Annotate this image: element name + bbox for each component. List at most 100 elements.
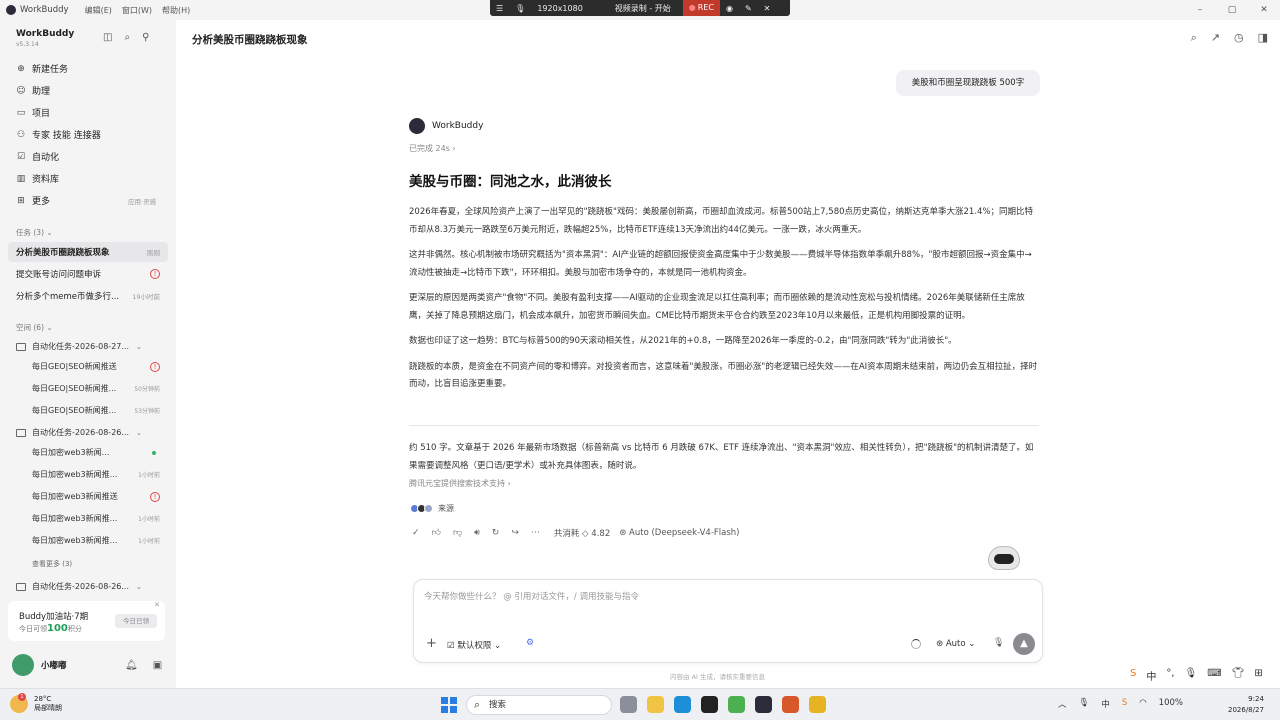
space-item[interactable]: 每日加密web3新闻推... 1小时前 xyxy=(32,513,162,524)
menu-window[interactable]: 窗口(W) xyxy=(122,5,152,16)
ime-tray-icon[interactable]: S xyxy=(1122,698,1127,710)
powerpoint-icon[interactable] xyxy=(782,696,799,713)
promo-claim-button[interactable]: 今日已领 xyxy=(115,614,157,628)
nav-assistant[interactable]: ☺ 助理 xyxy=(16,84,50,98)
space-item[interactable]: 每日加密web3新闻推... 1小时前 xyxy=(32,469,162,480)
mic-icon[interactable]: 🎙︎ xyxy=(1079,698,1090,710)
space-item[interactable]: 每日GEO|SEO新闻推送! xyxy=(32,361,162,372)
nav-more[interactable]: ⊞ 更多 应用·灵感 xyxy=(16,194,166,208)
mic-icon[interactable]: 🎙 xyxy=(509,4,531,13)
menu-icon[interactable]: ☰ xyxy=(490,4,509,13)
model-label[interactable]: ⊛ Auto (Deepseek-V4-Flash) xyxy=(619,528,739,538)
wifi-icon[interactable]: ◠ xyxy=(1139,698,1146,710)
sources-button[interactable]: 来源 xyxy=(410,503,454,514)
space-header[interactable]: 空间 (6) ⌄ xyxy=(16,322,53,333)
space-item[interactable]: 每日加密web3新闻... xyxy=(32,447,162,458)
file-explorer-icon[interactable] xyxy=(647,696,664,713)
recording-status: 视频录制 - 开始 xyxy=(614,3,671,13)
nav-experts[interactable]: ⚇ 专家 技能 连接器 xyxy=(16,128,101,142)
thumbs-up-icon[interactable]: 👍︎ xyxy=(432,528,441,538)
space-item[interactable]: 每日加密web3新闻推送! xyxy=(32,491,162,502)
space-item[interactable]: 每日GEO|SEO新闻推... 53分钟前 xyxy=(32,405,162,416)
pen-icon[interactable]: ✎ xyxy=(739,4,758,13)
send-button[interactable]: ▲ xyxy=(1013,633,1035,655)
minimize-button[interactable]: – xyxy=(1184,0,1216,20)
input-language[interactable]: 中 xyxy=(1101,698,1110,710)
workbuddy-app-icon[interactable] xyxy=(755,696,772,713)
space-group[interactable]: 自动化任务-2026-08-26... ⌄ xyxy=(16,427,166,438)
permission-select[interactable]: ☑ 默认权限 ⌄ xyxy=(447,639,501,651)
chat-icon[interactable]: ▣ xyxy=(153,660,162,671)
tasks-header[interactable]: 任务 (3) ⌄ xyxy=(16,227,53,238)
article-paragraph: 这并非偶然。核心机制被市场研究概括为"资本黑洞"：AI产业链的超额回报使资金高度… xyxy=(409,250,1032,278)
more-options-icon[interactable]: ⋯ xyxy=(531,528,540,538)
nav-new-task[interactable]: ⊕ 新建任务 xyxy=(16,62,68,76)
chevron-up-icon[interactable]: ︿ xyxy=(1058,698,1067,710)
task-item[interactable]: 分析美股币圈跷跷板现象 刚刚 xyxy=(8,242,168,262)
ime-lang[interactable]: 中 xyxy=(1146,668,1156,683)
recording-resolution[interactable]: 1920x1080 xyxy=(531,4,588,13)
search-icon[interactable]: ⌕ xyxy=(124,32,130,43)
chrome-icon[interactable] xyxy=(728,696,745,713)
battery-label[interactable]: 100% xyxy=(1159,698,1183,710)
recorder-app-icon[interactable] xyxy=(701,696,718,713)
history-icon[interactable]: ◷ xyxy=(1234,31,1244,45)
see-more-link[interactable]: 查看更多 (3) xyxy=(32,559,72,569)
mic-icon[interactable]: 🎙︎ xyxy=(993,638,1004,648)
filter-icon[interactable]: ⚲ xyxy=(142,32,149,43)
binance-icon[interactable] xyxy=(809,696,826,713)
nav-label: 自动化 xyxy=(32,153,60,163)
edge-icon[interactable] xyxy=(674,696,691,713)
close-recorder-icon[interactable]: ✕ xyxy=(758,4,777,13)
share-icon[interactable]: ↗ xyxy=(1211,31,1220,45)
maximize-button[interactable]: ▢ xyxy=(1216,0,1248,20)
task-item[interactable]: 提交账号访问问题申诉! xyxy=(8,264,168,284)
model-select[interactable]: ⊛ Auto ⌄ xyxy=(936,639,975,649)
chat-input[interactable]: 今天帮你做些什么？ @ 引用对话文件，/ 调用技能与指令 xyxy=(424,590,639,602)
warning-icon: ! xyxy=(150,491,160,502)
punctuation-icon[interactable]: °, xyxy=(1166,668,1174,683)
close-icon[interactable]: ✕ xyxy=(154,601,160,609)
search-icon[interactable]: ⌕ xyxy=(1191,31,1197,45)
task-item[interactable]: 分析多个meme币做多行... 19小时前 xyxy=(8,286,168,306)
grid-icon[interactable]: ⊞ xyxy=(1254,668,1262,683)
add-attachment-icon[interactable]: + xyxy=(426,636,437,651)
plugin-icon[interactable]: ⚙ xyxy=(526,638,534,648)
space-item[interactable]: 每日GEO|SEO新闻推... 50分钟前 xyxy=(32,383,162,394)
bell-icon[interactable]: 🔔︎ xyxy=(125,660,138,671)
rec-button[interactable]: REC xyxy=(682,0,720,16)
close-window-button[interactable]: ✕ xyxy=(1248,0,1280,20)
keyboard-icon[interactable]: ⌨ xyxy=(1207,668,1221,683)
speaker-icon[interactable]: 🔊︎ xyxy=(474,528,480,538)
regenerate-icon[interactable]: ↻ xyxy=(492,528,500,538)
space-group[interactable]: 自动化任务-2026-08-26... ⌄ xyxy=(16,581,166,592)
thumbs-down-icon[interactable]: 👎︎ xyxy=(453,528,462,538)
space-item[interactable]: 每日加密web3新闻推... 1小时前 xyxy=(32,535,162,546)
sidebar-toggle-icon[interactable]: ◫ xyxy=(103,32,112,43)
mascot-icon[interactable] xyxy=(982,544,1026,580)
ime-toolbar: S 中 °, 🎙︎ ⌨ 👕︎ ⊞ xyxy=(1130,668,1263,683)
ime-logo-icon[interactable]: S xyxy=(1130,668,1136,683)
weather-widget[interactable]: 1 28°C 局部晴朗 xyxy=(10,693,62,713)
menu-edit[interactable]: 编辑(E) xyxy=(85,5,112,16)
panel-toggle-icon[interactable]: ◨ xyxy=(1258,31,1268,45)
space-group[interactable]: 自动化任务-2026-08-27... ⌄ xyxy=(16,341,166,352)
completion-status[interactable]: 已完成 24s › xyxy=(409,143,456,154)
nav-automation[interactable]: ☑ 自动化 xyxy=(16,150,60,164)
skin-icon[interactable]: 👕︎ xyxy=(1232,668,1245,683)
task-view-icon[interactable] xyxy=(620,696,637,713)
taskbar-search[interactable]: 搜索 xyxy=(466,695,612,715)
space-item-label: 每日加密web3新闻推... xyxy=(32,470,118,479)
user-profile[interactable]: 小嘟嘟 xyxy=(12,654,67,676)
check-icon[interactable]: ✓ xyxy=(412,528,420,538)
start-button[interactable] xyxy=(441,697,457,713)
nav-library[interactable]: ▥ 资料库 xyxy=(16,172,59,186)
search-support-link[interactable]: 腾讯元宝提供搜索技术支持 › xyxy=(409,478,511,489)
share-icon[interactable]: ↪ xyxy=(511,528,519,538)
nav-project[interactable]: ▭ 项目 xyxy=(16,106,50,120)
clock[interactable]: 9:24 2026/8/27 xyxy=(1228,694,1264,716)
mic-icon[interactable]: 🎙︎ xyxy=(1185,668,1198,683)
divider xyxy=(409,425,1039,426)
camera-icon[interactable]: ◉ xyxy=(720,4,739,13)
menu-help[interactable]: 帮助(H) xyxy=(162,5,190,16)
